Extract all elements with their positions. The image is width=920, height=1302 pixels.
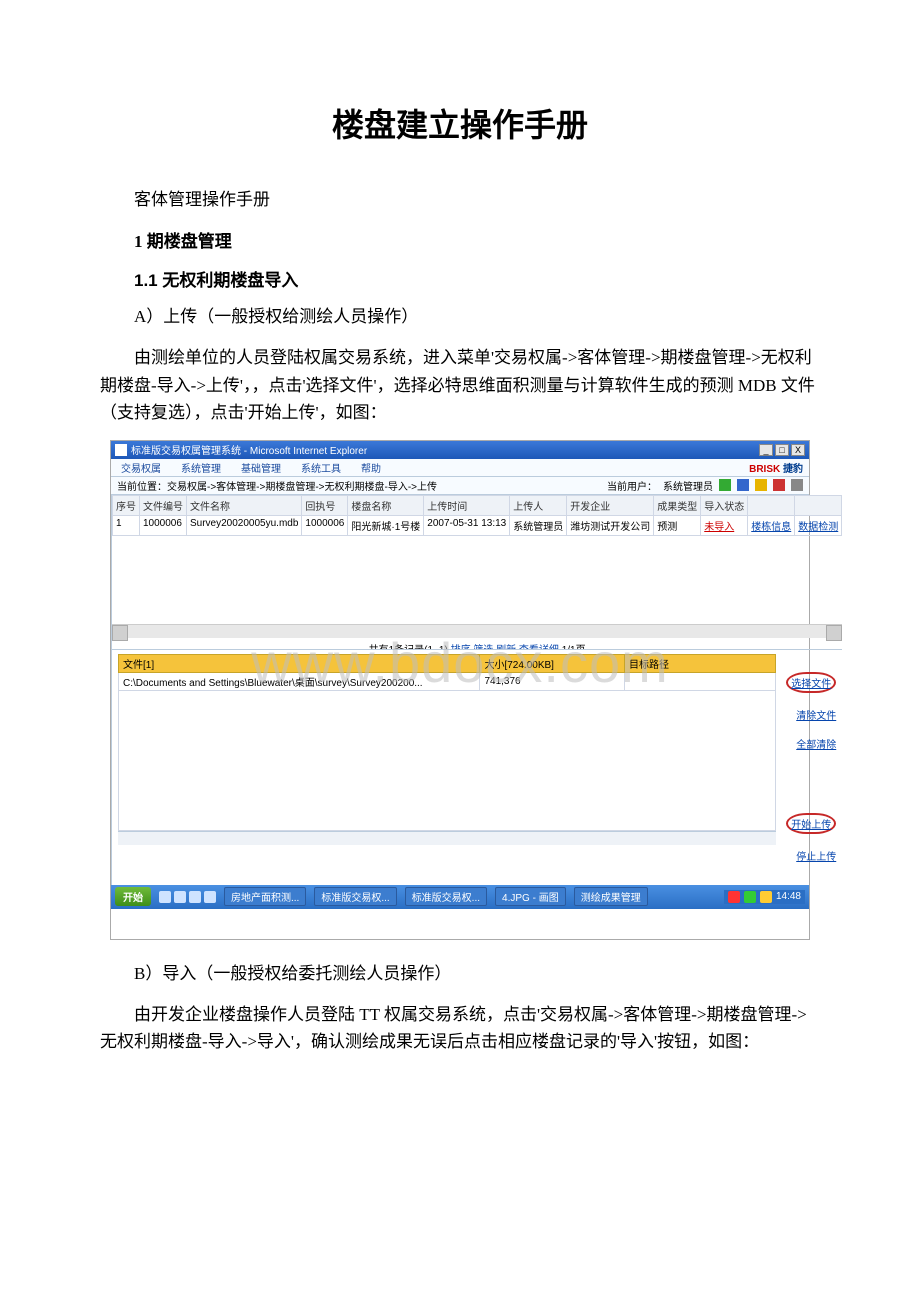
user-prefix: 当前用户： (607, 478, 657, 493)
upload-file-table: 文件[1] 大小[724.00KB] 目标路径 C:\Documents and… (118, 654, 776, 691)
taskbar-item[interactable]: 标准版交易权... (405, 887, 487, 906)
section-1: 1 期楼盘管理 (134, 227, 820, 252)
file-row[interactable]: C:\Documents and Settings\Bluewater\桌面\s… (119, 672, 776, 690)
taskbar-item[interactable]: 4.JPG - 画图 (495, 887, 566, 906)
table-row[interactable]: 1 1000006 Survey20020005yu.mdb 1000006 阳… (113, 515, 842, 535)
minimize-button[interactable]: _ (759, 444, 773, 456)
subtitle: 客体管理操作手册 (134, 186, 820, 213)
column-header: 楼盘名称 (348, 495, 424, 515)
col-size: 大小[724.00KB] (480, 654, 625, 672)
taskbar-item[interactable]: 测绘成果管理 (574, 887, 648, 906)
clear-file-link[interactable]: 清除文件 (796, 707, 836, 722)
ql-icon[interactable] (159, 891, 171, 903)
start-button[interactable]: 开始 (115, 887, 151, 906)
menu-item[interactable]: 交易权属 (111, 460, 171, 475)
step-a: A）上传（一般授权给测绘人员操作） (134, 303, 820, 330)
menu-item[interactable]: 系统工具 (291, 460, 351, 475)
step-b: B）导入（一般授权给委托测绘人员操作） (134, 960, 820, 987)
ql-icon[interactable] (189, 891, 201, 903)
col-file: 文件[1] (119, 654, 480, 672)
upload-progress (118, 831, 776, 845)
tray-icon[interactable] (760, 891, 772, 903)
close-button[interactable]: X (791, 444, 805, 456)
brand-logo: BRISK 捷豹 (749, 460, 809, 475)
data-check-link[interactable]: 数据检测 (798, 522, 838, 533)
window-titlebar: 标准版交易权属管理系统 - Microsoft Internet Explore… (111, 441, 809, 459)
crumb-prefix: 当前位置： (117, 478, 167, 493)
tray-icon[interactable] (728, 891, 740, 903)
records-table: 序号文件编号文件名称回执号楼盘名称上传时间上传人开发企业成果类型导入状态 1 1… (112, 495, 842, 650)
add-icon[interactable] (719, 479, 731, 491)
column-header (748, 495, 795, 515)
doc-title: 楼盘建立操作手册 (100, 100, 820, 146)
system-tray: 14:48 (724, 890, 805, 904)
column-header: 回执号 (302, 495, 348, 515)
paragraph-2: 由开发企业楼盘操作人员登陆 TT 权属交易系统，点击'交易权属->客体管理->期… (100, 1001, 820, 1055)
window-title: 标准版交易权属管理系统 - Microsoft Internet Explore… (131, 442, 367, 457)
choose-file-link[interactable]: 选择文件 (791, 679, 831, 690)
start-upload-link[interactable]: 开始上传 (791, 820, 831, 831)
pager: 共有1条记录(1~1) 排序 筛选 刷新 查看详细 1/1页 (112, 638, 842, 650)
app-icon (115, 444, 127, 456)
help-icon[interactable] (791, 479, 803, 491)
clock: 14:48 (776, 891, 801, 902)
column-header: 文件名称 (187, 495, 302, 515)
file-list-body (118, 691, 776, 831)
column-header: 上传人 (510, 495, 567, 515)
app-screenshot: 标准版交易权属管理系统 - Microsoft Internet Explore… (110, 440, 810, 940)
menu-item[interactable]: 系统管理 (171, 460, 231, 475)
current-user: 系统管理员 (663, 478, 713, 493)
column-header: 序号 (113, 495, 140, 515)
taskbar-item[interactable]: 标准版交易权... (314, 887, 396, 906)
column-header: 导入状态 (701, 495, 748, 515)
breadcrumb-bar: 当前位置： 交易权属->客体管理->期楼盘管理->无权利期楼盘-导入->上传 当… (111, 477, 809, 495)
ql-icon[interactable] (204, 891, 216, 903)
column-header: 开发企业 (567, 495, 654, 515)
paragraph-1: 由测绘单位的人员登陆权属交易系统，进入菜单'交易权属->客体管理->期楼盘管理-… (100, 344, 820, 426)
tray-icon[interactable] (744, 891, 756, 903)
menu-item[interactable]: 帮助 (351, 460, 391, 475)
menu-bar: 交易权属 系统管理 基础管理 系统工具 帮助 BRISK 捷豹 (111, 459, 809, 477)
horizontal-scrollbar[interactable] (112, 624, 842, 638)
stop-upload-link[interactable]: 停止上传 (796, 848, 836, 863)
print-icon[interactable] (737, 479, 749, 491)
building-info-link[interactable]: 楼栋信息 (751, 522, 791, 533)
clear-all-link[interactable]: 全部清除 (796, 736, 836, 751)
import-status: 未导入 (704, 522, 734, 533)
refresh-icon[interactable] (773, 479, 785, 491)
column-header: 文件编号 (140, 495, 187, 515)
menu-item[interactable]: 基础管理 (231, 460, 291, 475)
col-target: 目标路径 (625, 654, 776, 672)
maximize-button[interactable]: □ (775, 444, 789, 456)
upload-actions: 选择文件 清除文件 全部清除 开始上传 停止上传 (782, 650, 842, 885)
section-1-1: 1.1 无权利期楼盘导入 (134, 266, 820, 291)
taskbar: 开始 房地产面积测... 标准版交易权... 标准版交易权... 4.JPG -… (111, 885, 809, 909)
column-header: 上传时间 (424, 495, 510, 515)
column-header (795, 495, 842, 515)
quick-launch (159, 891, 216, 903)
ql-icon[interactable] (174, 891, 186, 903)
column-header: 成果类型 (654, 495, 701, 515)
breadcrumb: 交易权属->客体管理->期楼盘管理->无权利期楼盘-导入->上传 (167, 478, 437, 493)
search-icon[interactable] (755, 479, 767, 491)
taskbar-item[interactable]: 房地产面积测... (224, 887, 306, 906)
